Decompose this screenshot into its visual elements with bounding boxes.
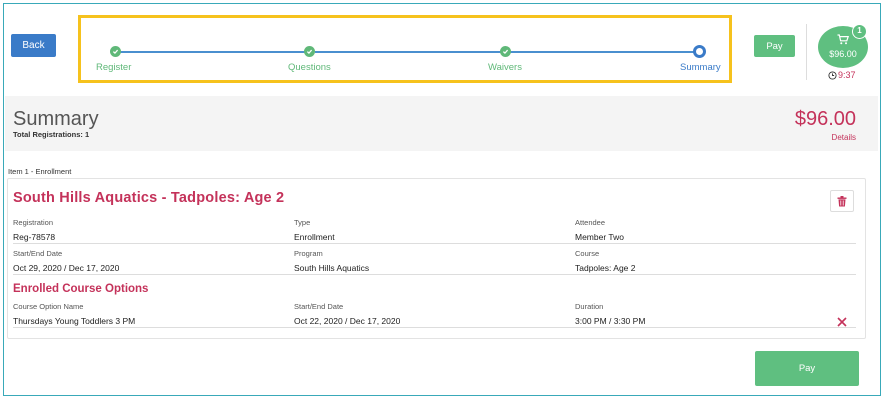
step-summary-current-icon: [693, 45, 706, 58]
summary-total-amount: $96.00: [794, 108, 856, 130]
step-connector: [510, 51, 695, 53]
cart-amount: $96.00: [829, 49, 857, 59]
type-value: Enrollment: [294, 232, 335, 242]
enrolled-options-title: Enrolled Course Options: [13, 283, 149, 295]
step-label-waivers[interactable]: Waivers: [488, 62, 522, 73]
trash-icon: [837, 195, 847, 206]
option-name-label: Course Option Name: [13, 302, 84, 311]
enrollment-card: South Hills Aquatics - Tadpoles: Age 2 R…: [7, 178, 866, 339]
total-registrations: Total Registrations: 1: [13, 130, 90, 139]
course-label: Course: [575, 249, 600, 258]
registration-value: Reg-78578: [13, 232, 56, 242]
header-divider: [806, 24, 807, 80]
option-dates-label: Start/End Date: [294, 302, 344, 311]
duration-label: Duration: [575, 302, 604, 311]
pay-button-top[interactable]: Pay: [754, 35, 795, 57]
program-label: Program: [294, 249, 323, 258]
row-divider: [13, 274, 856, 275]
row-divider: [13, 243, 856, 244]
step-waivers-check-icon: [500, 46, 511, 57]
back-button[interactable]: Back: [11, 34, 56, 57]
page-title: Summary: [13, 108, 99, 130]
clock-icon: [828, 70, 837, 80]
type-label: Type: [294, 218, 311, 227]
cart-icon: [837, 34, 849, 45]
attendee-label: Attendee: [575, 218, 606, 227]
registration-label: Registration: [13, 218, 54, 227]
step-label-questions[interactable]: Questions: [288, 62, 331, 73]
step-questions-check-icon: [304, 46, 315, 57]
details-link[interactable]: Details: [832, 133, 856, 142]
delete-item-button[interactable]: [830, 190, 854, 212]
row-divider: [13, 327, 856, 328]
summary-header: Summary Total Registrations: 1 $96.00 De…: [5, 96, 878, 151]
enrollment-title: South Hills Aquatics - Tadpoles: Age 2: [13, 190, 285, 206]
step-connector: [315, 51, 504, 53]
step-label-register[interactable]: Register: [96, 62, 131, 73]
step-connector: [117, 51, 309, 53]
remove-option-button[interactable]: [836, 315, 848, 327]
step-register-check-icon: [110, 46, 121, 57]
option-dates-value: Oct 22, 2020 / Dec 17, 2020: [294, 316, 401, 326]
stepper-highlight: Register Questions Waivers Summary: [78, 15, 732, 83]
dates-value: Oct 29, 2020 / Dec 17, 2020: [13, 263, 120, 273]
duration-value: 3:00 PM / 3:30 PM: [575, 316, 646, 326]
dates-label: Start/End Date: [13, 249, 63, 258]
step-label-summary: Summary: [680, 62, 721, 73]
timer-value: 9:37: [838, 70, 856, 80]
option-name-value: Thursdays Young Toddlers 3 PM: [13, 316, 136, 326]
attendee-value: Member Two: [575, 232, 624, 242]
course-value: Tadpoles: Age 2: [575, 263, 636, 273]
item-label: Item 1 - Enrollment: [8, 167, 72, 176]
progress-stepper: Register Questions Waivers Summary: [81, 18, 729, 80]
cart-count-badge: 1: [852, 24, 867, 39]
session-timer: 9:37: [828, 70, 856, 80]
program-value: South Hills Aquatics: [294, 263, 370, 273]
pay-button-bottom[interactable]: Pay: [755, 351, 859, 386]
